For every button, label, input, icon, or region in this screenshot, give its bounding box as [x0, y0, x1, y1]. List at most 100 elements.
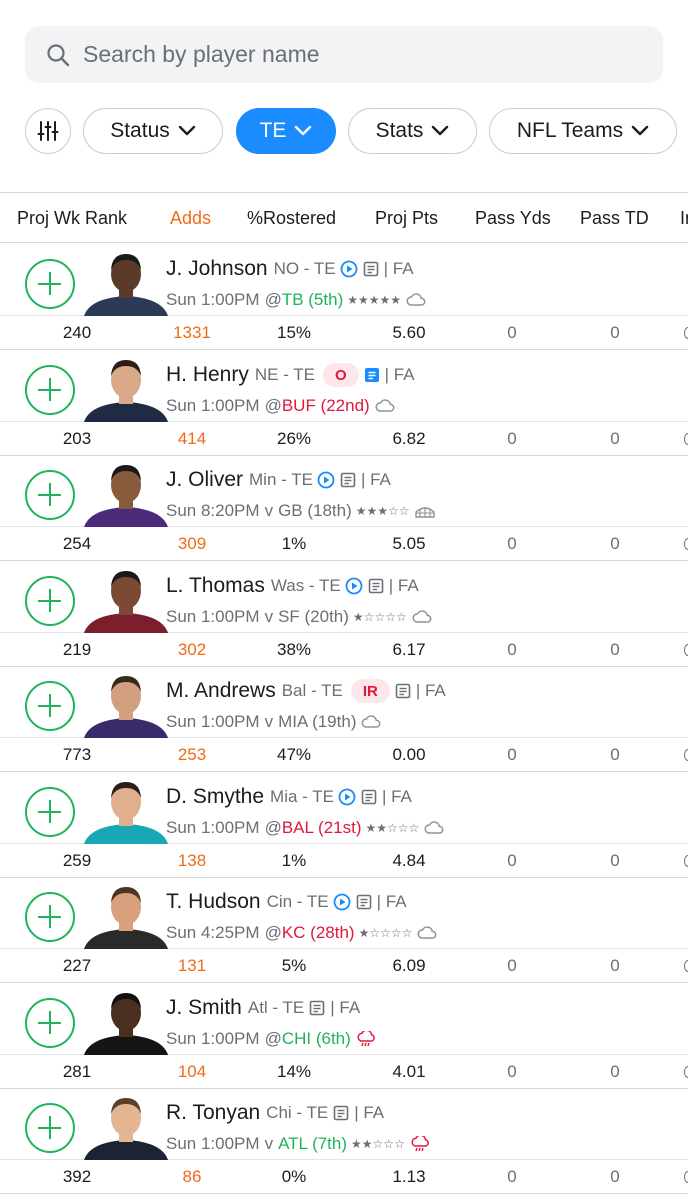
player-name[interactable]: T. Hudson	[166, 890, 261, 914]
player-headshot	[82, 881, 170, 949]
player-card[interactable]: R. Tonyan Chi - TE | FA Sun 1:00PM v ATL (7th…	[0, 1088, 688, 1194]
player-card[interactable]: J. Oliver Min - TE | FA Sun 8:20PM v GB (18th…	[0, 455, 688, 561]
notes-icon[interactable]	[360, 788, 378, 806]
player-name[interactable]: J. Smith	[166, 996, 242, 1020]
pass-yds-value: 0	[507, 745, 517, 764]
play-icon[interactable]	[333, 893, 351, 911]
col-next[interactable]: In	[680, 208, 688, 229]
game-venue: @	[264, 818, 282, 837]
search-bar[interactable]	[25, 26, 663, 83]
opponent-rank[interactable]: BAL (21st)	[282, 818, 362, 838]
search-input[interactable]	[83, 41, 643, 68]
opponent-rank[interactable]: CHI (6th)	[282, 1029, 351, 1049]
col-proj-pts[interactable]: Proj Pts	[375, 208, 438, 229]
player-team-position: Was - TE	[270, 576, 341, 595]
free-agent-label: | FA	[360, 470, 391, 489]
opponent-rank[interactable]: TB (5th)	[282, 290, 343, 310]
player-stats-row: 773 253 47% 0.00 0 0	[0, 738, 688, 772]
add-player-button[interactable]	[25, 998, 75, 1048]
cloud-icon	[361, 715, 381, 728]
matchup-stars: ★★☆☆☆	[351, 1137, 405, 1151]
proj-wk-rank-value: 219	[62, 640, 92, 659]
player-name[interactable]: R. Tonyan	[166, 1101, 260, 1125]
next-column-indicator	[684, 960, 688, 972]
game-time: Sun 1:00PM	[166, 1029, 260, 1048]
add-player-button[interactable]	[25, 259, 75, 309]
adds-value: 86	[182, 1167, 202, 1186]
player-card[interactable]: H. Henry NE - TE O | FA Sun 1:00PM @ BUF (22nd…	[0, 350, 688, 456]
player-name[interactable]: J. Oliver	[166, 468, 243, 492]
player-card[interactable]: J. Smith Atl - TE | FA Sun 1:00PM @ CHI (6th)…	[0, 983, 688, 1089]
filter-stats-label: Stats	[375, 119, 424, 142]
col-pass-td[interactable]: Pass TD	[580, 208, 649, 229]
player-name[interactable]: L. Thomas	[166, 574, 265, 598]
notes-icon[interactable]	[339, 471, 357, 489]
free-agent-label: | FA	[376, 892, 407, 911]
proj-pts-value: 6.17	[392, 640, 426, 659]
game-time: Sun 4:25PM	[166, 923, 260, 942]
player-team-position: Chi - TE	[266, 1103, 329, 1122]
play-icon[interactable]	[317, 471, 335, 489]
player-stats-row: 392 86 0% 1.13 0 0	[0, 1160, 688, 1194]
col-rostered[interactable]: %Rostered	[247, 208, 336, 229]
notes-icon[interactable]	[355, 893, 373, 911]
game-time: Sun 1:00PM	[166, 396, 260, 415]
player-card[interactable]: L. Thomas Was - TE | FA Sun 1:00PM v SF (20th…	[0, 561, 688, 667]
opponent-rank[interactable]: ATL (7th)	[278, 1134, 347, 1154]
player-headshot	[82, 670, 170, 738]
filter-status-button[interactable]: Status	[83, 108, 223, 154]
opponent-rank[interactable]: GB (18th)	[278, 501, 352, 521]
notes-icon[interactable]	[308, 999, 326, 1017]
player-name[interactable]: H. Henry	[166, 363, 249, 387]
notes-icon[interactable]	[332, 1104, 350, 1122]
add-player-button[interactable]	[25, 681, 75, 731]
adds-value: 104	[177, 1062, 207, 1081]
pass-td-value: 0	[610, 1167, 620, 1186]
player-card[interactable]: D. Smythe Mia - TE | FA Sun 1:00PM @ BAL (21s…	[0, 772, 688, 878]
filter-stats-button[interactable]: Stats	[348, 108, 477, 154]
game-venue: @	[264, 1029, 282, 1048]
player-name[interactable]: D. Smythe	[166, 785, 264, 809]
player-card[interactable]: M. Andrews Bal - TE IR | FA Sun 1:00PM v MIA (…	[0, 666, 688, 772]
proj-wk-rank-value: 392	[62, 1167, 92, 1186]
matchup-stars: ★★★☆☆	[355, 504, 410, 518]
proj-pts-value: 5.60	[392, 323, 426, 342]
add-player-button[interactable]	[25, 365, 75, 415]
filter-settings-button[interactable]	[25, 108, 71, 154]
search-icon	[47, 43, 70, 66]
chevron-down-icon	[631, 125, 649, 136]
play-icon[interactable]	[345, 577, 363, 595]
player-headshot	[82, 354, 170, 422]
col-proj-wk-rank[interactable]: Proj Wk Rank	[17, 208, 127, 229]
opponent-rank[interactable]: MIA (19th)	[278, 712, 356, 732]
player-stats-row: 203 414 26% 6.82 0 0	[0, 422, 688, 456]
filter-position-button[interactable]: TE	[236, 108, 336, 154]
add-player-button[interactable]	[25, 787, 75, 837]
play-icon[interactable]	[340, 260, 358, 278]
game-venue: v	[264, 607, 274, 626]
opponent-rank[interactable]: SF (20th)	[278, 607, 349, 627]
col-pass-yds[interactable]: Pass Yds	[475, 208, 551, 229]
add-player-button[interactable]	[25, 470, 75, 520]
player-name[interactable]: M. Andrews	[166, 679, 276, 703]
add-player-button[interactable]	[25, 576, 75, 626]
notes-icon[interactable]	[367, 577, 385, 595]
filter-nfl-teams-button[interactable]: NFL Teams	[489, 108, 677, 154]
add-player-button[interactable]	[25, 892, 75, 942]
game-time: Sun 8:20PM	[166, 501, 260, 520]
add-player-button[interactable]	[25, 1103, 75, 1153]
play-icon[interactable]	[338, 788, 356, 806]
opponent-rank[interactable]: BUF (22nd)	[282, 396, 370, 416]
player-name[interactable]: J. Johnson	[166, 257, 268, 281]
notes-icon[interactable]	[362, 260, 380, 278]
player-card[interactable]: J. Johnson NO - TE | FA Sun 1:00PM @ TB (5th)…	[0, 244, 688, 350]
game-venue: v	[264, 501, 274, 520]
player-card[interactable]: T. Hudson Cin - TE | FA Sun 4:25PM @ KC (28th…	[0, 877, 688, 983]
player-info-row: J. Smith Atl - TE | FA Sun 1:00PM @ CHI (6th)	[0, 983, 688, 1055]
opponent-rank[interactable]: KC (28th)	[282, 923, 355, 943]
col-adds[interactable]: Adds	[170, 208, 211, 229]
player-team-position: Mia - TE	[270, 787, 334, 806]
notes-icon[interactable]	[394, 682, 412, 700]
proj-pts-value: 4.01	[392, 1062, 426, 1081]
notes-icon[interactable]	[363, 366, 381, 384]
